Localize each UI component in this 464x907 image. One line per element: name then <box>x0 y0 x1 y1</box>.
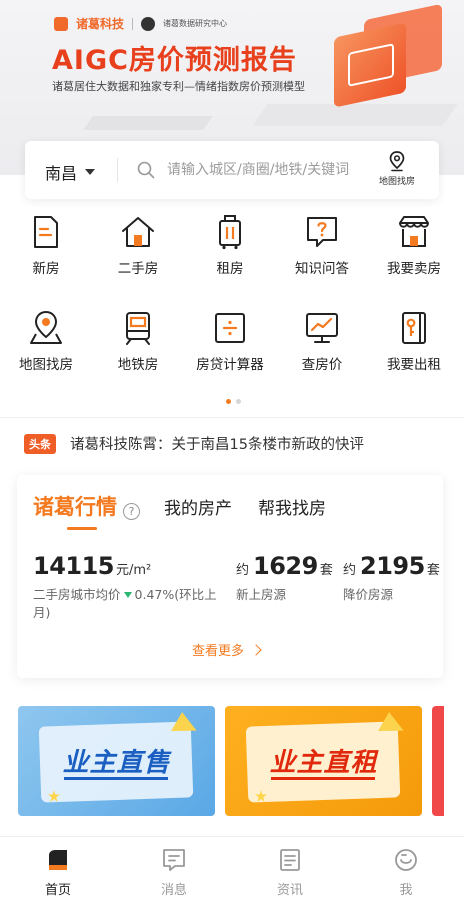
new-house-icon <box>34 216 58 248</box>
rent-suitcase-icon <box>219 215 241 250</box>
price-drop-value: 2195 <box>360 552 425 580</box>
nav-home[interactable]: 首页 <box>0 847 116 898</box>
city-label: 南昌 <box>45 164 78 183</box>
tab-find-house[interactable]: 帮我找房 <box>258 494 326 519</box>
nav-profile[interactable]: 我 <box>348 847 464 898</box>
grid-item-mortgage-calculator[interactable]: 房贷计算器 <box>184 309 276 373</box>
grid-item-map-search[interactable]: 地图找房 <box>0 309 92 373</box>
city-selector[interactable]: 南昌 <box>45 160 96 184</box>
partner-logo-icon <box>141 16 156 31</box>
market-tabs: 诸葛行情 ? 我的房产 帮我找房 <box>33 491 352 521</box>
headline-text: 诸葛科技陈霄：关于南昌15条楼市新政的快评 <box>70 437 364 453</box>
grid-item-check-price[interactable]: 查房价 <box>276 309 368 373</box>
partner-name: 诸葛数据研究中心 <box>163 19 228 28</box>
banner-decoration <box>83 116 213 130</box>
banner-decoration <box>252 104 458 126</box>
home-icon <box>49 850 67 870</box>
search-card: 南昌 地图找房 <box>25 141 439 199</box>
help-icon[interactable]: ? <box>123 503 140 520</box>
key-door-icon <box>402 312 426 344</box>
price-drop-desc: 降价房源 <box>343 587 394 602</box>
news-icon <box>280 849 300 871</box>
grid-item-second-hand[interactable]: 二手房 <box>92 213 184 277</box>
avg-price-value: 14115 <box>33 552 115 580</box>
avg-price-stat: 14115 元/m² <box>33 552 151 580</box>
avg-price-desc: 二手房城市均价 0.47%(环比上月) <box>33 587 217 620</box>
subway-train-icon <box>126 312 150 345</box>
nav-news[interactable]: 资讯 <box>232 847 348 898</box>
promo-label: 业主直售 <box>62 748 171 778</box>
chevron-right-icon <box>250 643 262 656</box>
grid-item-qa[interactable]: 知识问答 <box>276 213 368 277</box>
new-listings-value: 1629 <box>253 552 318 580</box>
bottom-tab-bar: 首页 消息 资讯 我 <box>0 836 464 907</box>
map-search-label: 地图找房 <box>378 177 415 187</box>
promo-owner-direct-rent[interactable]: 业主直租 <box>225 706 422 816</box>
search-input[interactable] <box>167 159 372 181</box>
grid-item-sell-house[interactable]: 我要卖房 <box>368 213 460 277</box>
price-chart-icon <box>306 313 338 343</box>
market-card: 诸葛行情 ? 我的房产 帮我找房 14115 元/m² 二手房城市均价 0.47%(… <box>17 475 443 678</box>
promo-owner-direct-sale[interactable]: 业主直售 <box>18 706 215 816</box>
message-icon <box>163 849 185 871</box>
new-listings-stat: 约 1629 套 <box>236 552 333 580</box>
banner-title: AIGC房价预测报告 <box>52 45 297 76</box>
caret-down-icon <box>85 169 96 175</box>
grid-item-subway-house[interactable]: 地铁房 <box>92 309 184 373</box>
grid-item-rent-out[interactable]: 我要出租 <box>368 309 460 373</box>
banner-subtitle: 诸葛居住大数据和独家专利—情绪指数房价预测模型 <box>52 80 305 93</box>
nav-messages[interactable]: 消息 <box>116 847 232 898</box>
promo-label: 业主直租 <box>269 748 378 778</box>
brand-logo-icon <box>54 16 68 31</box>
headline-news[interactable]: 头条 诸葛科技陈霄：关于南昌15条楼市新政的快评 <box>24 433 364 454</box>
grid-page-indicator <box>226 399 241 404</box>
qa-bubble-icon <box>307 217 337 247</box>
tab-zhuge-market[interactable]: 诸葛行情 <box>33 491 117 521</box>
price-drop-stat: 约 2195 套 <box>343 552 440 580</box>
map-search-button[interactable]: 地图找房 <box>375 150 419 192</box>
profile-icon <box>395 849 417 871</box>
brand-name: 诸葛科技 <box>76 17 125 31</box>
map-pin-icon <box>30 310 62 344</box>
calculator-icon <box>215 313 245 343</box>
tab-my-property[interactable]: 我的房产 <box>164 494 232 519</box>
headline-tag: 头条 <box>24 433 56 454</box>
search-icon <box>137 161 155 179</box>
active-tab-indicator <box>67 527 97 530</box>
grid-item-new-house[interactable]: 新房 <box>0 213 92 277</box>
grid-item-rent[interactable]: 租房 <box>184 213 276 277</box>
second-hand-house-icon <box>122 217 154 247</box>
avg-price-unit: 元/m² <box>116 563 152 578</box>
view-more-link[interactable]: 查看更多 <box>192 640 262 659</box>
price-down-icon <box>123 592 132 598</box>
storefront-icon <box>399 216 429 247</box>
map-pin-icon <box>389 151 405 172</box>
new-listings-desc: 新上房源 <box>236 587 287 602</box>
banner-logos: 诸葛科技 诸葛数据研究中心 <box>54 15 227 32</box>
promo-next-peek[interactable] <box>432 706 444 816</box>
